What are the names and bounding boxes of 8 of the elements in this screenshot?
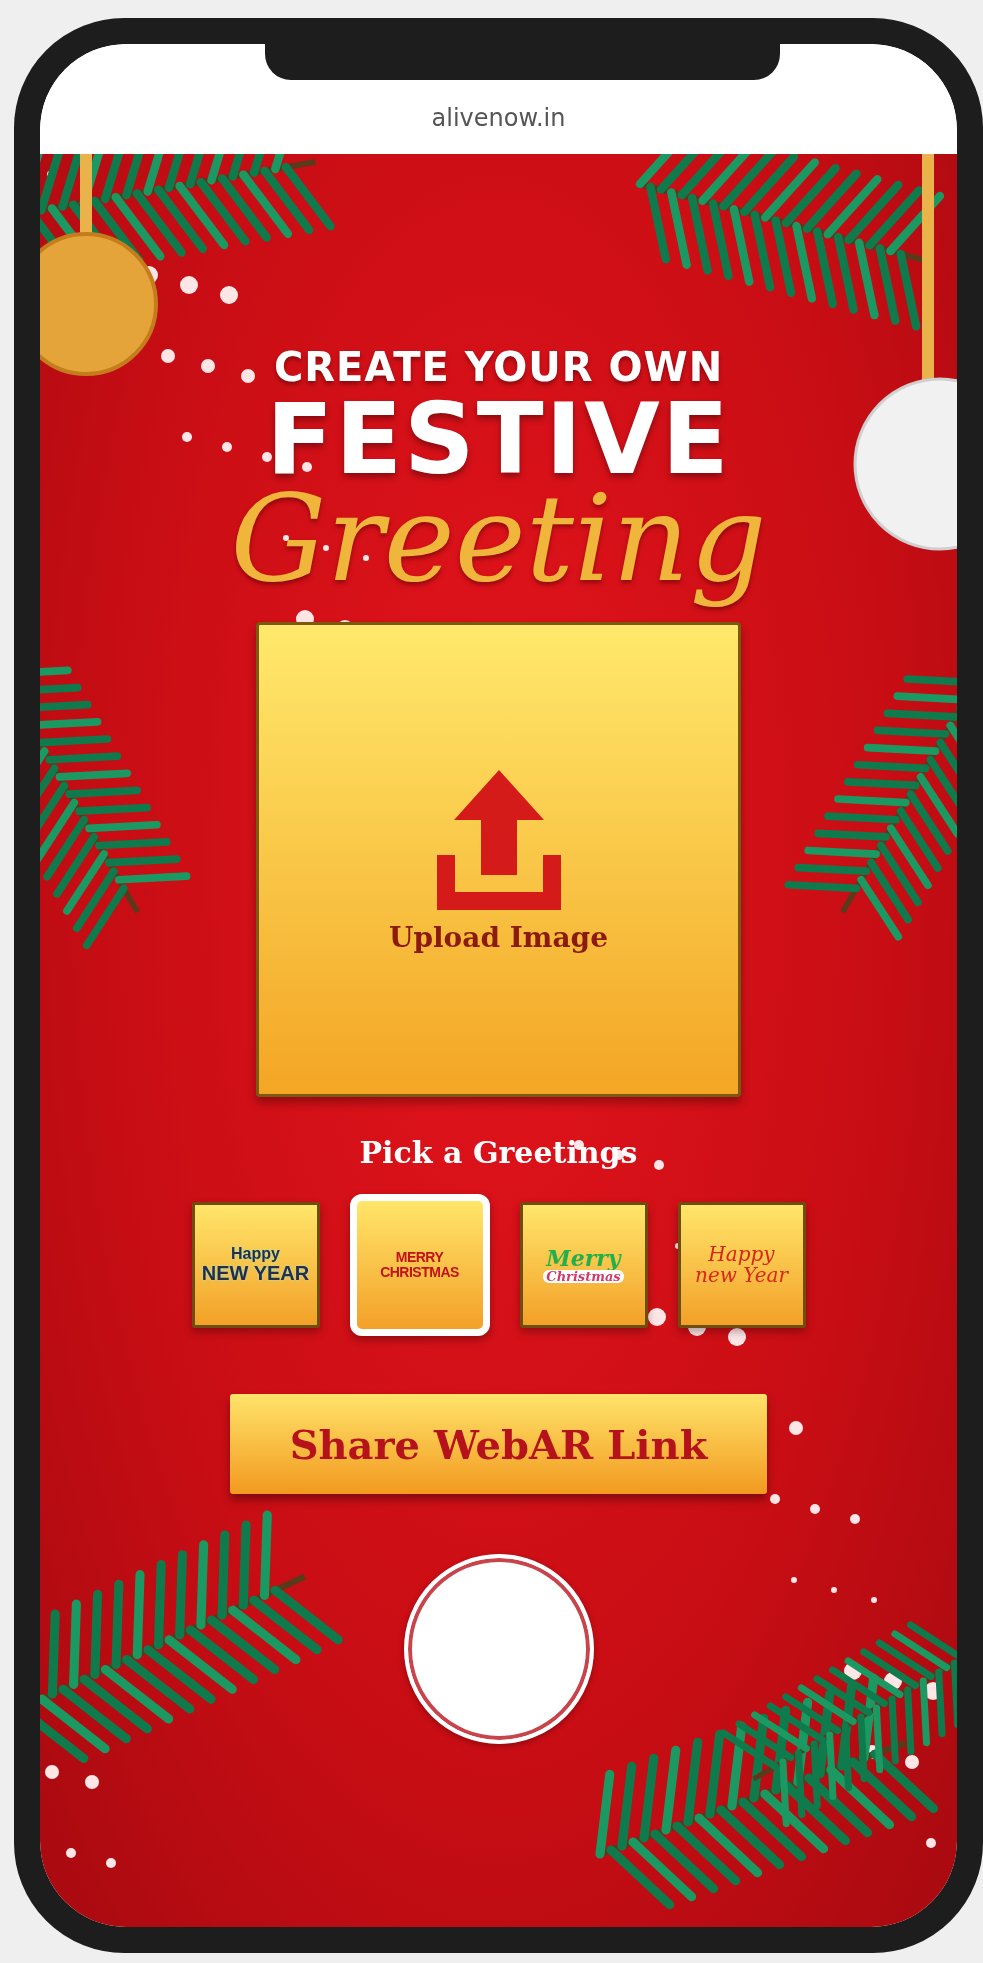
heading-text: CREATE YOUR OWN xyxy=(273,344,724,390)
site-url: alivenow.in xyxy=(431,104,566,132)
share-link-button[interactable]: Share WebAR Link xyxy=(230,1394,767,1494)
greeting-sticker[interactable]: Happy new Year xyxy=(677,1202,806,1328)
upload-image-button[interactable]: Upload Image xyxy=(256,622,741,1097)
greeting-sticker[interactable]: Merry Christmas xyxy=(519,1202,648,1328)
greeting-sticker[interactable]: Happy NEW YEAR xyxy=(191,1202,320,1328)
greeting-sticker[interactable]: MERRY CHRISTMAS xyxy=(349,1194,490,1336)
